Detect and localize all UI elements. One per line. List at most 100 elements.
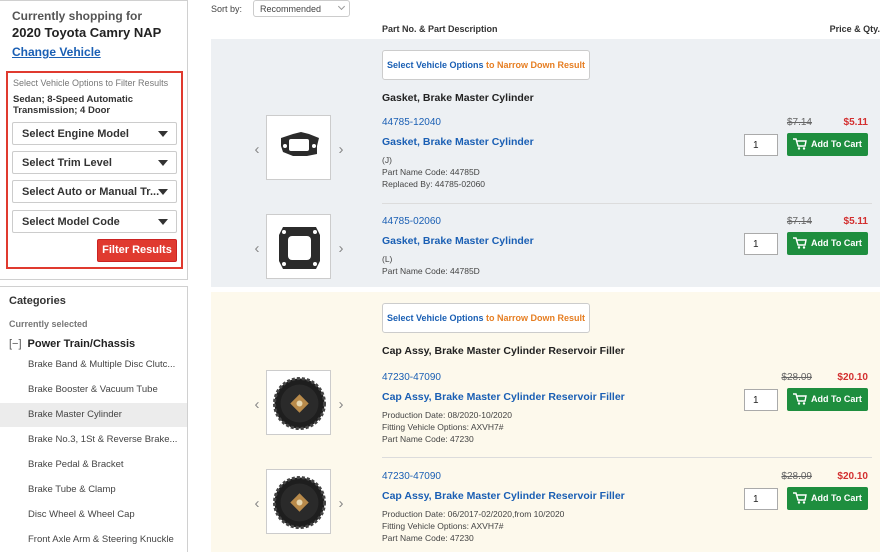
- cap-image: [273, 476, 326, 529]
- model-code-select-label: Select Model Code: [22, 216, 120, 228]
- chevron-right-icon[interactable]: ›: [335, 241, 347, 256]
- cart-icon: [793, 492, 807, 504]
- chevron-down-icon: [158, 219, 168, 225]
- chevron-right-icon[interactable]: ›: [335, 397, 347, 412]
- part-note: Part Name Code: 44785D: [382, 167, 480, 177]
- cart-icon: [793, 138, 807, 150]
- category-item[interactable]: Brake Booster & Vacuum Tube: [0, 378, 187, 402]
- category-item-active[interactable]: Brake Master Cylinder: [0, 403, 187, 427]
- part-image[interactable]: [266, 370, 331, 435]
- narrow-link-text: Select Vehicle Options: [386, 60, 484, 70]
- part-number-link[interactable]: 47230-47090: [382, 471, 441, 482]
- narrow-rest-text: to Narrow Down Result: [483, 313, 586, 323]
- cap-image: [273, 377, 326, 430]
- collapse-toggle[interactable]: [−]: [9, 338, 22, 350]
- transmission-select-label: Select Auto or Manual Tr...: [22, 186, 160, 198]
- narrow-down-button[interactable]: Select Vehicle Options to Narrow Down Re…: [382, 303, 590, 333]
- chevron-right-icon[interactable]: ›: [335, 142, 347, 157]
- list-price: $28.09: [781, 372, 812, 383]
- part-row: ‹ › 47230-47090 Cap Assy, Brake Master C…: [211, 370, 880, 466]
- add-to-cart-label: Add To Cart: [811, 394, 862, 404]
- engine-model-select[interactable]: Select Engine Model: [12, 122, 177, 145]
- chevron-left-icon[interactable]: ‹: [251, 241, 263, 256]
- vehicle-name: 2020 Toyota Camry NAP: [12, 25, 162, 40]
- current-category-label: Power Train/Chassis: [27, 338, 136, 350]
- part-note: Fitting Vehicle Options: AXVH7#: [382, 422, 504, 432]
- part-number-link[interactable]: 44785-02060: [382, 216, 441, 227]
- sort-select-value: Recommended: [260, 4, 322, 14]
- vehicle-options-filter: Select Vehicle Options to Filter Results…: [6, 71, 183, 269]
- column-header-part: Part No. & Part Description: [382, 24, 498, 34]
- sale-price: $5.11: [843, 117, 868, 128]
- quantity-input[interactable]: 1: [744, 134, 778, 156]
- categories-panel: Categories Currently selected [−] Power T…: [0, 286, 188, 552]
- row-divider: [382, 203, 872, 204]
- cart-icon: [793, 237, 807, 249]
- sale-price: $20.10: [837, 471, 868, 482]
- narrow-rest-text: to Narrow Down Result: [483, 60, 586, 70]
- sort-select[interactable]: Recommended: [253, 0, 350, 17]
- category-item[interactable]: Brake Band & Multiple Disc Clutc...: [0, 353, 187, 377]
- categories-title: Categories: [9, 295, 66, 307]
- part-note: Part Name Code: 47230: [382, 434, 474, 444]
- add-to-cart-button[interactable]: Add To Cart: [787, 388, 868, 411]
- add-to-cart-button[interactable]: Add To Cart: [787, 487, 868, 510]
- part-image[interactable]: [266, 115, 331, 180]
- part-group: Select Vehicle Options to Narrow Down Re…: [211, 292, 880, 552]
- part-image[interactable]: [266, 214, 331, 279]
- category-item[interactable]: Front Axle Arm & Steering Knuckle: [0, 528, 187, 552]
- chevron-down-icon: [337, 2, 346, 11]
- vehicle-panel: Currently shopping for 2020 Toyota Camry…: [0, 0, 188, 280]
- shopping-label: Currently shopping for: [12, 9, 142, 23]
- add-to-cart-label: Add To Cart: [811, 238, 862, 248]
- model-code-select[interactable]: Select Model Code: [12, 210, 177, 233]
- filter-title: Select Vehicle Options to Filter Results: [13, 78, 169, 88]
- list-price: $28.09: [781, 471, 812, 482]
- chevron-left-icon[interactable]: ‹: [251, 496, 263, 511]
- change-vehicle-link[interactable]: Change Vehicle: [12, 45, 101, 59]
- category-item[interactable]: Disc Wheel & Wheel Cap: [0, 503, 187, 527]
- chevron-left-icon[interactable]: ‹: [251, 397, 263, 412]
- add-to-cart-button[interactable]: Add To Cart: [787, 232, 868, 255]
- quantity-input[interactable]: 1: [744, 233, 778, 255]
- sale-price: $5.11: [843, 216, 868, 227]
- gasket-image: [279, 227, 320, 269]
- part-description-link[interactable]: Gasket, Brake Master Cylinder: [382, 136, 534, 148]
- part-note: Production Date: 06/2017-02/2020,from 10…: [382, 509, 565, 519]
- part-note: Production Date: 08/2020-10/2020: [382, 410, 512, 420]
- chevron-left-icon[interactable]: ‹: [251, 142, 263, 157]
- engine-model-select-label: Select Engine Model: [22, 128, 129, 140]
- filter-description: Sedan; 8-Speed Automatic Transmission; 4…: [13, 94, 134, 116]
- group-title: Gasket, Brake Master Cylinder: [382, 92, 534, 104]
- group-title: Cap Assy, Brake Master Cylinder Reservoi…: [382, 345, 625, 357]
- category-item[interactable]: Brake Pedal & Bracket: [0, 453, 187, 477]
- quantity-input[interactable]: 1: [744, 488, 778, 510]
- trim-level-select-label: Select Trim Level: [22, 157, 112, 169]
- part-note: Fitting Vehicle Options: AXVH7#: [382, 521, 504, 531]
- part-note: Part Name Code: 44785D: [382, 266, 480, 276]
- sort-label: Sort by:: [211, 4, 243, 14]
- add-to-cart-label: Add To Cart: [811, 493, 862, 503]
- transmission-select[interactable]: Select Auto or Manual Tr...: [12, 180, 177, 203]
- part-row: ‹ › 44785-12040 Gasket, Brake Master Cyl…: [211, 115, 880, 211]
- filter-results-button[interactable]: Filter Results: [97, 239, 177, 262]
- part-description-link[interactable]: Cap Assy, Brake Master Cylinder Reservoi…: [382, 391, 625, 403]
- narrow-down-button[interactable]: Select Vehicle Options to Narrow Down Re…: [382, 50, 590, 80]
- current-category[interactable]: [−] Power Train/Chassis: [9, 338, 135, 350]
- chevron-down-icon: [158, 189, 168, 195]
- gasket-image: [281, 132, 319, 156]
- part-number-link[interactable]: 47230-47090: [382, 372, 441, 383]
- part-number-link[interactable]: 44785-12040: [382, 117, 441, 128]
- add-to-cart-button[interactable]: Add To Cart: [787, 133, 868, 156]
- category-item[interactable]: Brake No.3, 1St & Reverse Brake...: [0, 428, 187, 452]
- part-image[interactable]: [266, 469, 331, 534]
- list-price: $7.14: [786, 117, 812, 128]
- list-price: $7.14: [786, 216, 812, 227]
- part-description-link[interactable]: Gasket, Brake Master Cylinder: [382, 235, 534, 247]
- trim-level-select[interactable]: Select Trim Level: [12, 151, 177, 174]
- category-item[interactable]: Brake Tube & Clamp: [0, 478, 187, 502]
- part-note: Replaced By: 44785-02060: [382, 179, 486, 189]
- quantity-input[interactable]: 1: [744, 389, 778, 411]
- chevron-right-icon[interactable]: ›: [335, 496, 347, 511]
- part-description-link[interactable]: Cap Assy, Brake Master Cylinder Reservoi…: [382, 490, 625, 502]
